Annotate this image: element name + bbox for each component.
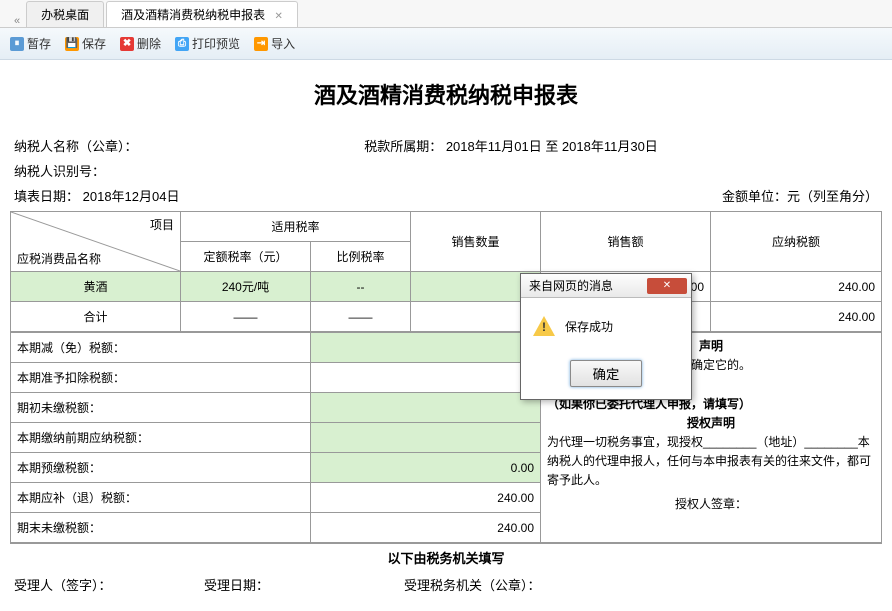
dialog-titlebar[interactable]: 来自网页的消息 ✕	[521, 274, 691, 298]
tax-table: 项目 应税消费品名称 适用税率 销售数量 销售额 应纳税额 定额税率（元） 比例…	[10, 211, 882, 332]
tax-header: 应纳税额	[711, 212, 882, 272]
warning-icon	[533, 316, 555, 336]
close-icon[interactable]: ✕	[275, 11, 283, 22]
fill-date-value: 2018年12月04日	[83, 189, 180, 204]
taxpayer-name-label: 纳税人名称（公章）：	[14, 136, 294, 155]
summary-table: 本期减（免）税额： 0 声明 税收法律的规定填报的，我确定它的。 （如果你已委托…	[10, 332, 882, 543]
fill-date-label: 填表日期：	[14, 189, 79, 204]
print-icon: ⎙	[175, 37, 189, 51]
end-label: 期末未缴税额：	[11, 513, 311, 543]
toolbar: ⏸暂存 💾保存 ✖删除 ⎙打印预览 ⇥导入	[0, 28, 892, 60]
dialog-close-button[interactable]: ✕	[647, 278, 687, 294]
prepay-value[interactable]: 0.00	[311, 453, 541, 483]
authority-section-header: 以下由税务机关填写	[10, 543, 882, 569]
fixed-rate-header: 定额税率（元）	[181, 242, 311, 272]
ratio-rate-cell[interactable]: --	[311, 272, 411, 302]
authority-footer: 受理人（签字）： 受理日期： 受理税务机关（公章）：	[10, 569, 882, 600]
pause-icon: ⏸	[10, 37, 24, 51]
tab-label: 酒及酒精消费税纳税申报表	[121, 8, 265, 22]
fixed-rate-cell[interactable]: 240元/吨	[181, 272, 311, 302]
import-icon: ⇥	[254, 37, 268, 51]
dialog-ok-button[interactable]: 确定	[570, 360, 643, 387]
reduce-label: 本期减（免）税额：	[11, 333, 311, 363]
period-value: 2018年11月01日 至 2018年11月30日	[446, 139, 658, 154]
refund-value: 240.00	[311, 483, 541, 513]
dialog-message: 保存成功	[565, 318, 613, 335]
print-preview-button[interactable]: ⎙打印预览	[175, 35, 240, 52]
tab-bar: « 办税桌面 酒及酒精消费税纳税申报表 ✕	[0, 0, 892, 28]
table-row: 黄酒 240元/吨 -- 0.00 240.00	[11, 272, 882, 302]
product-name-cell[interactable]: 黄酒	[11, 272, 181, 302]
pause-button[interactable]: ⏸暂存	[10, 35, 51, 52]
prepay-label: 本期预缴税额：	[11, 453, 311, 483]
tab-alcohol-tax[interactable]: 酒及酒精消费税纳税申报表 ✕	[106, 1, 298, 27]
ratio-rate-header: 比例税率	[311, 242, 411, 272]
save-icon: 💾	[65, 37, 79, 51]
tab-scroll-left[interactable]: «	[8, 15, 26, 27]
taxpayer-id-label: 纳税人识别号：	[14, 161, 105, 180]
delete-button[interactable]: ✖删除	[120, 35, 161, 52]
delete-icon: ✖	[120, 37, 134, 51]
rate-header: 适用税率	[181, 212, 411, 242]
tab-label: 办税桌面	[41, 8, 89, 22]
diagonal-header: 项目 应税消费品名称	[11, 212, 181, 272]
prior-label: 本期缴纳前期应纳税额：	[11, 423, 311, 453]
page-content: 酒及酒精消费税纳税申报表 纳税人名称（公章）： 税款所属期： 2018年11月0…	[0, 60, 892, 600]
reduce-value[interactable]: 0	[311, 333, 541, 363]
begin-label: 期初未缴税额：	[11, 393, 311, 423]
end-value: 240.00	[311, 513, 541, 543]
deduct-label: 本期准予扣除税额：	[11, 363, 311, 393]
period-label: 税款所属期：	[364, 139, 442, 154]
table-row-total: 合计 —— —— 240.00	[11, 302, 882, 332]
tab-desktop[interactable]: 办税桌面	[26, 1, 104, 27]
dialog-title: 来自网页的消息	[529, 277, 613, 294]
page-title: 酒及酒精消费税纳税申报表	[10, 78, 882, 110]
qty-header: 销售数量	[411, 212, 541, 272]
amount-header: 销售额	[541, 212, 711, 272]
unit-label: 金额单位：元（列至角分）	[722, 186, 878, 205]
import-button[interactable]: ⇥导入	[254, 35, 295, 52]
save-button[interactable]: 💾保存	[65, 35, 106, 52]
tax-cell: 240.00	[711, 272, 882, 302]
refund-label: 本期应补（退）税额：	[11, 483, 311, 513]
message-dialog: 来自网页的消息 ✕ 保存成功 确定	[520, 273, 692, 400]
